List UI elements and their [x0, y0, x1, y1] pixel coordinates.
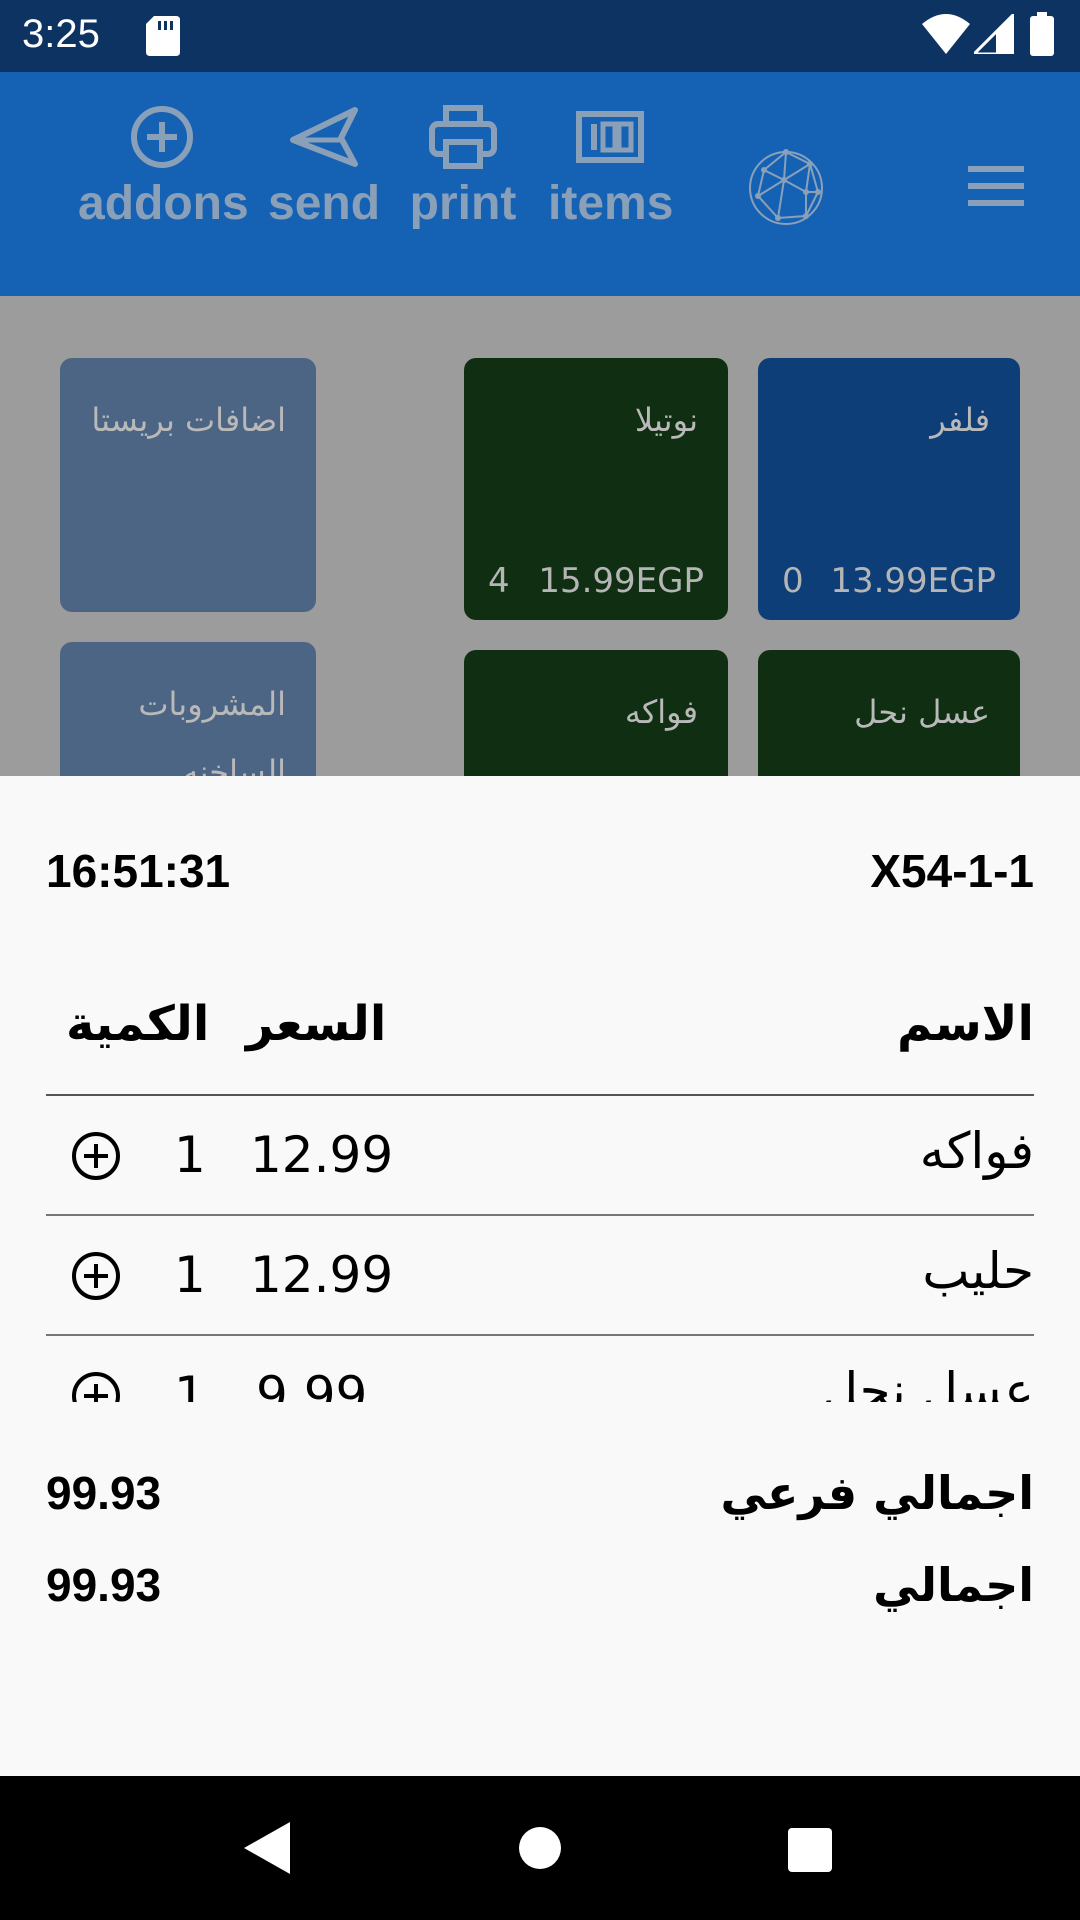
- system-nav-bar: [0, 1776, 1080, 1920]
- item-price: 12.99: [250, 1246, 394, 1304]
- plus-circle-icon: [131, 106, 193, 168]
- item-price: 9.99: [256, 1366, 368, 1402]
- add-quantity-icon[interactable]: [70, 1130, 122, 1182]
- product-tile[interactable]: نوتيلا 4 15.99EGP: [464, 358, 728, 620]
- order-item-row: 1 12.99 فواكه: [46, 1096, 1034, 1216]
- battery-icon: [1030, 12, 1054, 56]
- hamburger-menu-icon[interactable]: [968, 164, 1024, 208]
- total-label: اجمالي: [873, 1558, 1034, 1612]
- product-name: نوتيلا: [634, 401, 698, 439]
- print-label: print: [409, 177, 517, 230]
- category-name: اضافات بريستا: [91, 401, 286, 439]
- network-globe-icon: [749, 149, 823, 225]
- status-bar: 3:25: [0, 0, 1080, 72]
- product-name: عسل نحل: [854, 693, 990, 731]
- add-quantity-icon[interactable]: [70, 1250, 122, 1302]
- order-sheet: 16:51:31 X54-1-1 الاسم السعر الكمية 1 12…: [0, 776, 1080, 1776]
- order-table-header: الاسم السعر الكمية: [46, 996, 1034, 1066]
- app-toolbar: addons send print items: [0, 72, 1080, 296]
- order-item-row: 1 9.99 عسل نحل: [46, 1336, 1034, 1402]
- category-name: المشروبات الساخنه: [138, 685, 286, 776]
- status-time: 3:25: [22, 12, 100, 56]
- order-id: X54-1-1: [870, 845, 1034, 897]
- item-qty: 1: [174, 1246, 206, 1304]
- product-tile[interactable]: فلفر 0 13.99EGP: [758, 358, 1020, 620]
- subtotal-row: 99.93 اجمالي فرعي: [46, 1466, 1034, 1526]
- addons-label: addons: [78, 177, 249, 230]
- total-value: 99.93: [46, 1559, 162, 1611]
- item-name: عسل نحل: [821, 1362, 1034, 1402]
- home-icon[interactable]: [518, 1826, 562, 1870]
- printer-icon: [429, 105, 497, 169]
- product-count: 0: [782, 561, 804, 601]
- print-button[interactable]: print: [406, 102, 520, 231]
- total-row: 99.93 اجمالي: [46, 1558, 1034, 1618]
- add-quantity-icon[interactable]: [70, 1370, 122, 1402]
- send-label: send: [268, 177, 381, 230]
- cell-signal-icon: [974, 14, 1014, 54]
- addons-button[interactable]: addons: [78, 102, 249, 231]
- category-tile[interactable]: المشروبات الساخنه: [60, 642, 316, 776]
- item-qty: 1: [174, 1366, 206, 1402]
- items-button[interactable]: items: [548, 102, 674, 231]
- product-price: 15.99EGP: [538, 561, 704, 601]
- recents-icon[interactable]: [788, 1828, 832, 1872]
- column-name-header: الاسم: [896, 996, 1034, 1052]
- product-name: فواكه: [624, 693, 698, 731]
- sd-card-icon: [146, 16, 180, 56]
- order-item-row: 1 12.99 حليب: [46, 1216, 1034, 1336]
- column-price-header: السعر: [246, 996, 387, 1052]
- product-grid: فلفر 0 13.99EGP نوتيلا 4 15.99EGP اضافات…: [0, 296, 1080, 776]
- items-label: items: [548, 177, 674, 230]
- subtotal-value: 99.93: [46, 1467, 162, 1519]
- product-name: فلفر: [930, 401, 990, 439]
- item-qty: 1: [174, 1126, 206, 1184]
- item-name: فواكه: [919, 1122, 1034, 1180]
- category-tile[interactable]: اضافات بريستا: [60, 358, 316, 612]
- product-tile[interactable]: عسل نحل: [758, 650, 1020, 776]
- product-tile[interactable]: فواكه: [464, 650, 728, 776]
- product-count: 4: [488, 561, 510, 601]
- column-qty-header: الكمية: [66, 996, 210, 1052]
- items-icon: [576, 111, 644, 163]
- back-icon[interactable]: [244, 1822, 290, 1874]
- product-price: 13.99EGP: [830, 561, 996, 601]
- order-items-list[interactable]: 1 12.99 فواكه 1 12.99 حليب 1 9.99 عسل نح…: [46, 1094, 1034, 1402]
- wifi-icon: [922, 14, 970, 54]
- item-price: 12.99: [250, 1126, 394, 1184]
- subtotal-label: اجمالي فرعي: [720, 1466, 1034, 1520]
- item-name: حليب: [922, 1242, 1034, 1300]
- order-time: 16:51:31: [46, 845, 231, 897]
- send-icon: [290, 107, 358, 167]
- send-button[interactable]: send: [268, 102, 380, 231]
